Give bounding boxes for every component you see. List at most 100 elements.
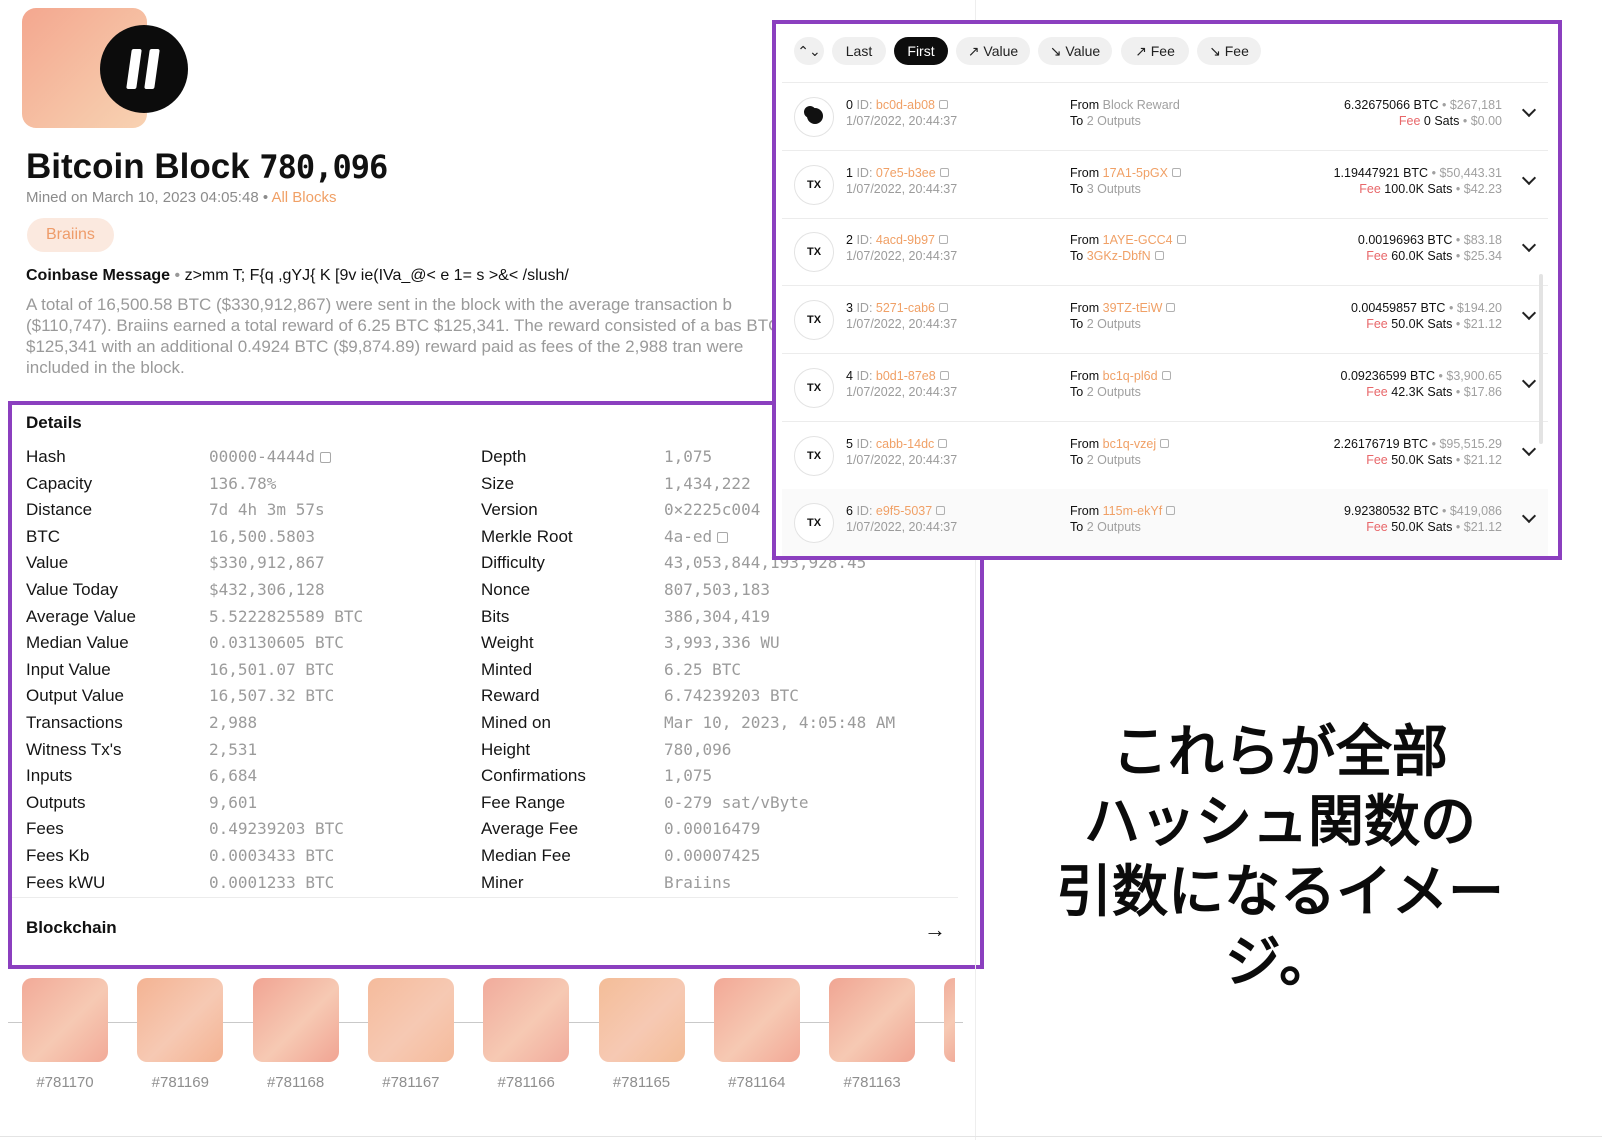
detail-value: 7d 4h 3m 57s xyxy=(209,500,325,520)
chevron-down-icon[interactable] xyxy=(1521,509,1537,524)
copy-icon[interactable] xyxy=(1160,438,1170,448)
block-tile[interactable] xyxy=(713,978,800,1062)
sort-chip-5[interactable]: ↗ Fee xyxy=(1121,37,1189,65)
block-tile[interactable] xyxy=(137,978,224,1062)
transaction-row[interactable]: TX 5 ID: cabb-14dc 1/07/2022, 20:44:37 From… xyxy=(782,422,1548,489)
block-tile-label[interactable]: #781168 xyxy=(253,1074,339,1091)
copy-icon[interactable] xyxy=(939,370,949,380)
copy-icon[interactable] xyxy=(938,100,948,109)
tx-to-value: 2 Outputs xyxy=(1086,384,1141,399)
arrow-right-icon[interactable]: → xyxy=(924,917,946,943)
tx-time: 1/07/2022, 20:44:37 xyxy=(846,384,958,399)
block-tile[interactable] xyxy=(252,978,339,1062)
tx-id-link[interactable]: 07e5-b3ee xyxy=(876,166,936,180)
block-tile[interactable] xyxy=(598,978,685,1062)
block-tile[interactable] xyxy=(367,978,454,1062)
detail-label: Merkle Root xyxy=(481,526,573,546)
tx-amount: 6.32675066 BTC • $267,181 xyxy=(1343,98,1502,112)
detail-label: Distance xyxy=(26,500,93,520)
transaction-row[interactable]: TX 4 ID: b0d1-87e8 1/07/2022, 20:44:37 From… xyxy=(782,354,1548,421)
tx-from: From Block Reward xyxy=(1070,98,1180,112)
tx-id-link[interactable]: 4acd-9b97 xyxy=(876,233,935,247)
sort-chip-3[interactable]: ↗ Value xyxy=(956,37,1030,65)
transaction-row[interactable]: TX 3 ID: 5271-cab6 1/07/2022, 20:44:37 From… xyxy=(782,286,1548,353)
detail-value: 0-279 sat/vByte xyxy=(664,792,809,812)
tx-time: 1/07/2022, 20:44:37 xyxy=(846,520,958,535)
detail-value: Mar 10, 2023, 4:05:48 AM xyxy=(664,713,896,732)
tx-icon: TX xyxy=(794,435,834,476)
copy-icon[interactable] xyxy=(717,531,729,543)
block-tile[interactable] xyxy=(944,978,956,1062)
transaction-row[interactable]: TX 1 ID: 07e5-b3ee 1/07/2022, 20:44:37 From… xyxy=(782,151,1548,218)
copy-icon[interactable] xyxy=(1171,167,1181,177)
block-tile-label[interactable]: #781163 xyxy=(829,1074,915,1091)
copy-icon[interactable] xyxy=(1154,251,1164,261)
copy-icon[interactable] xyxy=(938,235,948,245)
detail-value-wrap: 16,500.5803 xyxy=(209,527,315,546)
chevron-down-icon[interactable] xyxy=(1521,441,1537,456)
sort-chip-6[interactable]: ↘ Fee xyxy=(1197,37,1261,65)
tx-from-value[interactable]: bc1q-vzej xyxy=(1103,437,1157,451)
blockchain-link[interactable]: Blockchain xyxy=(26,918,117,938)
all-blocks-link[interactable]: All Blocks xyxy=(271,189,336,206)
tx-id-link[interactable]: bc0d-ab08 xyxy=(876,98,935,112)
detail-value-wrap: 1,434,222 xyxy=(664,474,751,493)
detail-label: BTC xyxy=(26,526,60,546)
detail-label: Confirmations xyxy=(481,766,586,786)
copy-icon[interactable] xyxy=(1176,235,1186,245)
tx-to-value[interactable]: 3GKz-DbfN xyxy=(1087,249,1151,263)
block-tile-label[interactable]: #781167 xyxy=(368,1074,454,1091)
block-tile-label[interactable]: #781164 xyxy=(714,1074,800,1091)
copy-icon[interactable] xyxy=(936,506,946,516)
chevron-down-icon[interactable] xyxy=(1521,238,1537,253)
copy-icon[interactable] xyxy=(1166,303,1176,313)
tx-id-link[interactable]: e9f5-5037 xyxy=(876,504,932,518)
chevron-down-icon[interactable] xyxy=(1521,102,1537,118)
copy-icon[interactable] xyxy=(938,438,948,448)
block-tile[interactable] xyxy=(829,978,916,1062)
copy-icon[interactable] xyxy=(939,167,949,177)
chevron-down-icon[interactable] xyxy=(1521,306,1537,321)
detail-value-wrap: 3,993,336 WU xyxy=(664,633,780,652)
detail-value-wrap: 16,501.07 BTC xyxy=(209,660,334,679)
tx-id-link[interactable]: 5271-cab6 xyxy=(876,301,935,315)
tx-from-value[interactable]: 115m-ekYf xyxy=(1103,504,1163,518)
block-tile[interactable] xyxy=(483,978,570,1062)
detail-value-wrap: 00000-4444d xyxy=(209,447,331,466)
detail-label: Difficulty xyxy=(481,553,545,573)
detail-value-wrap: 0.0003433 BTC xyxy=(209,846,334,865)
tx-to-value: 2 Outputs xyxy=(1086,317,1141,332)
copy-icon[interactable] xyxy=(938,303,948,313)
tx-id-link[interactable]: b0d1-87e8 xyxy=(876,369,936,383)
sort-chip-1[interactable]: Last xyxy=(832,37,886,65)
block-tile-label[interactable]: #781169 xyxy=(137,1074,223,1091)
copy-icon[interactable] xyxy=(1166,506,1176,516)
tx-id: 2 ID: 4acd-9b97 xyxy=(846,233,948,247)
detail-label: Fee Range xyxy=(481,792,566,812)
block-tile-label[interactable]: #781166 xyxy=(483,1074,569,1091)
copy-icon[interactable] xyxy=(1161,370,1171,380)
sort-toggle-icon[interactable]: ⌃⌄ xyxy=(794,37,824,65)
tx-from-value[interactable]: 17A1-5pGX xyxy=(1103,166,1168,180)
detail-value: 0.03130605 BTC xyxy=(209,633,344,653)
chevron-down-icon[interactable] xyxy=(1521,373,1537,388)
detail-label: Transactions xyxy=(26,713,123,732)
sort-chip-2[interactable]: First xyxy=(894,37,948,65)
block-tile-label[interactable]: #781170 xyxy=(22,1074,108,1091)
tx-id: 0 ID: bc0d-ab08 xyxy=(846,98,948,112)
transaction-row[interactable]: 0 ID: bc0d-ab08 1/07/2022, 20:44:37 From B… xyxy=(782,83,1548,150)
transaction-row[interactable]: TX 6 ID: e9f5-5037 1/07/2022, 20:44:37 From… xyxy=(782,489,1548,556)
tx-from-value[interactable]: 39TZ-tEiW xyxy=(1103,301,1163,315)
tx-id-link[interactable]: cabb-14dc xyxy=(876,437,934,451)
tx-to-value: 2 Outputs xyxy=(1086,452,1141,467)
block-tile-label[interactable]: #781165 xyxy=(599,1074,685,1091)
scrollbar[interactable] xyxy=(1539,274,1543,444)
sort-chip-4[interactable]: ↘ Value xyxy=(1038,37,1112,65)
copy-icon[interactable] xyxy=(319,452,331,463)
transaction-row[interactable]: TX 2 ID: 4acd-9b97 1/07/2022, 20:44:37 From… xyxy=(782,218,1548,285)
tx-from-value[interactable]: 1AYE-GCC4 xyxy=(1103,233,1173,247)
block-tile[interactable] xyxy=(22,978,108,1062)
pool-tag[interactable]: Braiins xyxy=(27,218,114,252)
tx-from-value[interactable]: bc1q-pl6d xyxy=(1103,369,1158,383)
chevron-down-icon[interactable] xyxy=(1521,170,1537,185)
